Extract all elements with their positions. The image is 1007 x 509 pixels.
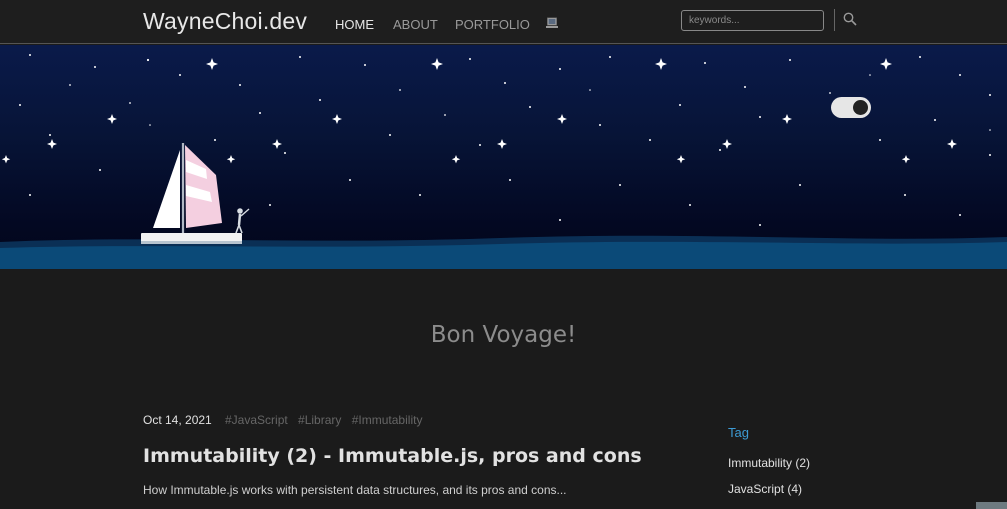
scroll-to-top-button[interactable] — [976, 502, 1007, 509]
sidebar-tag-item[interactable]: JavaScript (4) — [728, 482, 802, 496]
search-divider — [834, 9, 835, 31]
night-sea-illustration — [0, 54, 1007, 269]
hero-banner — [0, 45, 1007, 269]
toggle-knob — [853, 100, 868, 115]
sidebar-tag-item[interactable]: Immutability (2) — [728, 456, 810, 470]
laptop-icon[interactable] — [545, 15, 559, 29]
theme-toggle[interactable] — [831, 97, 871, 118]
page-tagline: Bon Voyage! — [430, 322, 577, 348]
post-excerpt: How Immutable.js works with persistent d… — [143, 483, 567, 497]
post-tags: #JavaScript #Library #Immutability — [225, 413, 429, 427]
search-input[interactable] — [681, 10, 824, 31]
search-icon — [842, 12, 858, 30]
nav-about[interactable]: ABOUT — [393, 17, 438, 32]
nav-home[interactable]: HOME — [335, 17, 374, 32]
site-brand[interactable]: WayneChoi.dev — [143, 8, 307, 35]
post-tag[interactable]: #Immutability — [352, 413, 423, 427]
sidebar-tag-heading: Tag — [728, 425, 749, 440]
post-tag[interactable]: #Library — [298, 413, 341, 427]
post-tag[interactable]: #JavaScript — [225, 413, 288, 427]
nav-portfolio[interactable]: PORTFOLIO — [455, 17, 530, 32]
search-button[interactable] — [841, 11, 859, 29]
sailboat — [141, 143, 250, 244]
bright-stars — [1, 58, 957, 164]
person-figure — [235, 208, 250, 234]
top-navbar: WayneChoi.dev HOME ABOUT PORTFOLIO — [0, 0, 1007, 44]
post-title[interactable]: Immutability (2) - Immutable.js, pros an… — [143, 445, 642, 467]
post-date: Oct 14, 2021 — [143, 413, 212, 427]
